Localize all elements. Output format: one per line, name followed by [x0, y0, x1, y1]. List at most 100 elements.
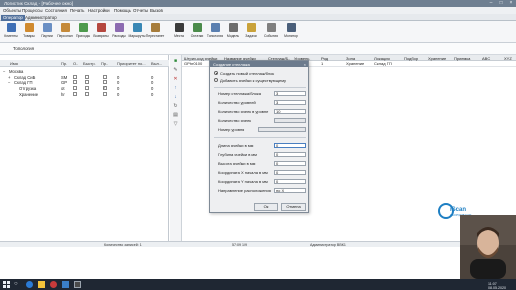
start-icon[interactable]	[3, 281, 10, 288]
tree-col-pr[interactable]: Пр..	[101, 61, 108, 66]
tree-row[interactable]: + Склад СиБ SM 0 0	[0, 74, 169, 81]
ribbon-button-label: События	[264, 34, 278, 38]
radio-create-new[interactable]	[214, 71, 218, 75]
radio-add-existing[interactable]	[214, 78, 218, 82]
grid-col-abc[interactable]: ABC	[482, 56, 490, 61]
grid-col-xyz[interactable]: XYZ	[504, 56, 512, 61]
ribbon-button-0[interactable]: Клиенты	[4, 23, 18, 42]
tree-col-priority[interactable]: Приоритет по...	[117, 61, 146, 66]
ok-button[interactable]: Ок	[254, 203, 278, 211]
edit-icon[interactable]: ✎	[172, 67, 179, 73]
ribbon-button-5[interactable]: Возвраты	[93, 23, 109, 42]
tree-checkbox[interactable]	[73, 91, 77, 96]
ribbon-button-3[interactable]: Персонал	[57, 23, 73, 42]
tree-item-priority: 0	[117, 80, 120, 86]
dialog-close-icon[interactable]: ×	[304, 62, 306, 67]
refresh-icon[interactable]: ↻	[172, 103, 179, 109]
move-up-icon[interactable]: ↑	[172, 85, 179, 91]
grid-col-zone[interactable]: Зона	[346, 56, 355, 61]
ribbon-button-13[interactable]: Задачи	[244, 23, 258, 42]
tree-checkbox[interactable]	[103, 80, 107, 85]
tree-checkbox[interactable]	[85, 86, 89, 91]
tree-row[interactable]: − Москва	[0, 69, 169, 75]
minimize-icon[interactable]: –	[486, 0, 496, 7]
tree-checkbox[interactable]	[103, 91, 107, 96]
ribbon-button-10[interactable]: Остатки	[190, 23, 204, 42]
ribbon-button-label: Маршруты	[128, 34, 146, 38]
tree-expander-icon[interactable]: +	[8, 75, 10, 80]
ribbon-button-6[interactable]: Расходы	[112, 23, 126, 42]
move-down-icon[interactable]: ↓	[172, 94, 179, 100]
media-icon[interactable]	[50, 281, 57, 288]
tree-row[interactable]: Хранение hr 0 0	[0, 91, 169, 98]
rack-number-field[interactable]: 3	[274, 91, 306, 96]
maximize-icon[interactable]: □	[496, 0, 506, 7]
monitor-icon	[286, 23, 296, 32]
grid-col-row[interactable]: Ряд	[321, 56, 328, 61]
ribbon-button-4[interactable]: Приходы	[76, 23, 90, 42]
app-icon[interactable]	[62, 281, 69, 288]
grid-col-accept[interactable]: Приемка	[454, 56, 470, 61]
ribbon-button-15[interactable]: Монитор	[284, 23, 298, 42]
cell-location: Склад ГП	[374, 61, 392, 66]
menu-reports[interactable]: Отчеты	[133, 8, 148, 13]
ribbon-button-14[interactable]: События	[264, 23, 278, 42]
tree-expander-icon[interactable]: −	[3, 69, 5, 74]
direction-select[interactable]: по X	[274, 188, 306, 193]
menu-processes[interactable]: Процессы	[22, 8, 43, 13]
tree-col-o[interactable]: О..	[73, 61, 78, 66]
tree-col-name[interactable]: Имя	[10, 61, 18, 66]
depth-field[interactable]: 0	[274, 152, 306, 157]
length-field[interactable]: 0	[274, 143, 306, 148]
tree-col-prefix[interactable]: Пр.	[61, 61, 67, 66]
close-icon[interactable]: ×	[506, 0, 516, 7]
add-icon[interactable]: ■	[172, 58, 179, 64]
ribbon-button-2[interactable]: Партии	[40, 23, 54, 42]
tree-checkbox[interactable]	[73, 86, 77, 91]
grid-col-pick[interactable]: Подбор	[404, 56, 418, 61]
tab-topology[interactable]: Топология	[13, 46, 34, 51]
tree-checkbox[interactable]	[85, 74, 89, 79]
menu-print[interactable]: Печать	[70, 8, 84, 13]
tree-expander-icon[interactable]: −	[8, 80, 10, 85]
ribbon-button-11[interactable]: Топология	[207, 23, 223, 42]
height-field[interactable]: 0	[274, 161, 306, 166]
grid-col-location[interactable]: Локация	[374, 56, 390, 61]
ribbon-button-9[interactable]: Места	[172, 23, 186, 42]
depth-label: Глубина ячейки в мм	[218, 152, 257, 157]
tree-checkbox[interactable]	[73, 80, 77, 85]
ribbon-button-1[interactable]: Товары	[22, 23, 36, 42]
menu-bar: Объекты Процессы Состояния Печать Настро…	[0, 7, 516, 14]
coord-x-field[interactable]: 0	[274, 170, 306, 175]
browser-icon[interactable]	[26, 281, 33, 288]
tree-checkbox[interactable]	[103, 74, 107, 79]
menu-help[interactable]: Помощь	[114, 8, 131, 13]
menu-states[interactable]: Состояния	[45, 8, 67, 13]
tree-checkbox[interactable]	[73, 74, 77, 79]
filter-icon[interactable]: ▽	[172, 121, 179, 127]
tree-checkbox[interactable]	[103, 85, 107, 91]
menu-call[interactable]: Вызов	[150, 8, 163, 13]
ribbon-button-7[interactable]: Маршруты	[128, 23, 146, 42]
tree-checkbox[interactable]	[85, 80, 89, 85]
returns-icon	[96, 23, 106, 32]
folder-icon[interactable]	[38, 281, 45, 288]
grid-col-store[interactable]: Хранение	[428, 56, 446, 61]
menu-settings[interactable]: Настройки	[88, 8, 110, 13]
cancel-button[interactable]: Отмена	[281, 203, 306, 211]
levels-field[interactable]: 3	[274, 100, 306, 105]
ribbon-button-8[interactable]: Перестанет	[146, 23, 164, 42]
search-icon[interactable]: ○	[14, 281, 21, 288]
ribbon-button-12[interactable]: Модель	[226, 23, 240, 42]
cells-per-level-field[interactable]: 10	[274, 109, 306, 114]
coord-y-field[interactable]: 0	[274, 179, 306, 184]
tree-row[interactable]: − Склад ГП GP 0 0	[0, 80, 169, 86]
tree-row[interactable]: Отгрузка ot 0 0	[0, 85, 169, 92]
tree-checkbox[interactable]	[85, 91, 89, 96]
menu-objects[interactable]: Объекты	[3, 8, 21, 13]
logistics-app-icon[interactable]	[74, 281, 81, 288]
tree-col-out[interactable]: Выл...	[151, 61, 162, 66]
print-icon[interactable]: ▤	[172, 112, 179, 118]
delete-icon[interactable]: ✕	[172, 76, 179, 82]
tree-col-fast[interactable]: Быстр.	[83, 61, 96, 66]
